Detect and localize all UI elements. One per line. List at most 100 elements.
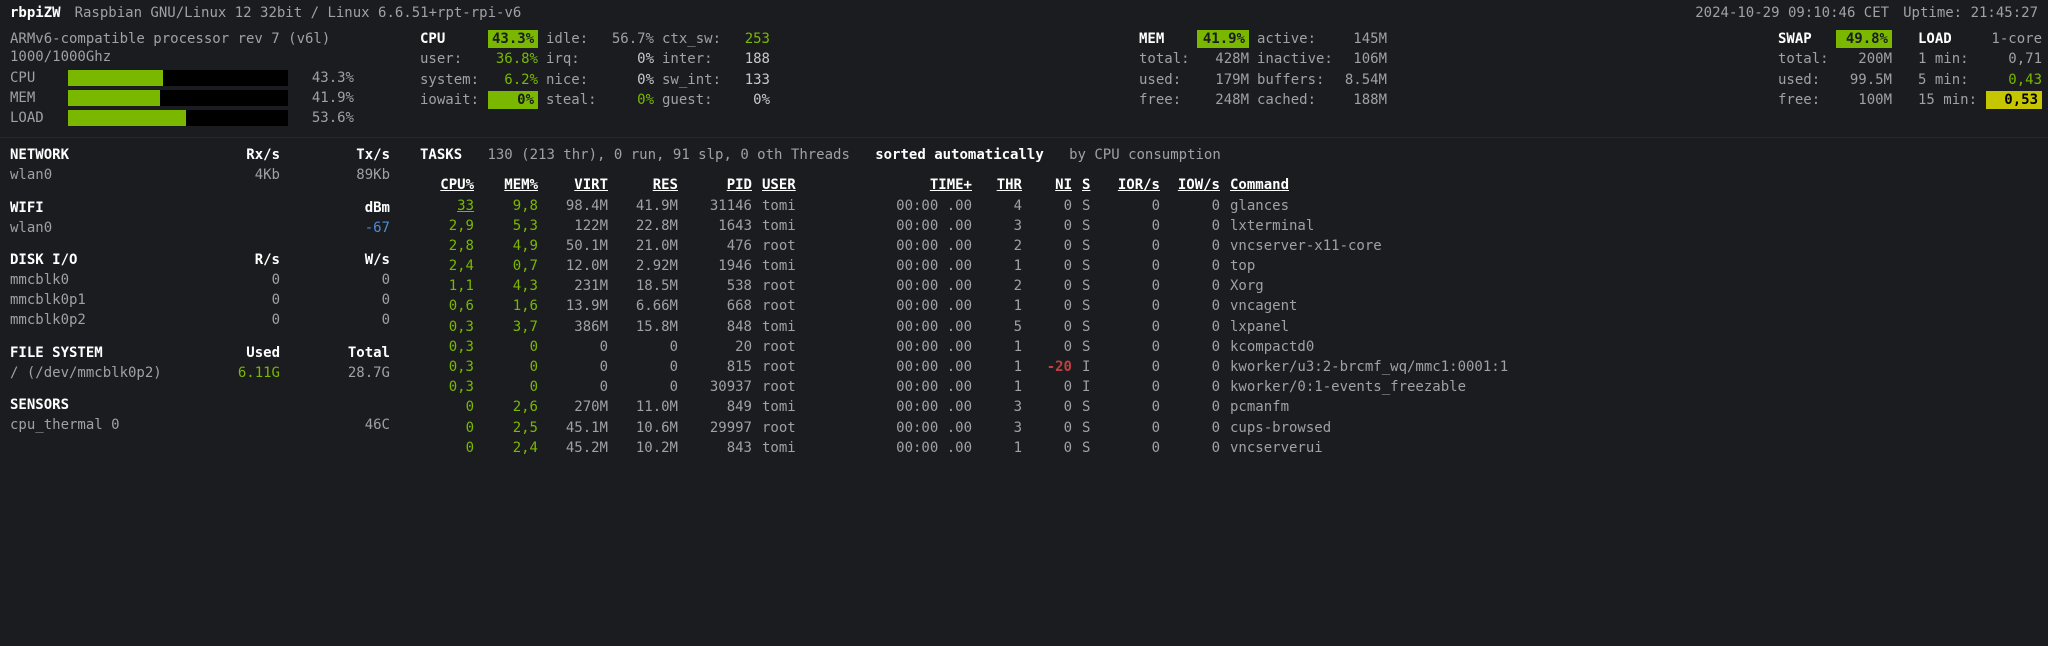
proc-ior: 0	[1110, 318, 1160, 336]
proc-res: 2.92M	[618, 257, 678, 275]
col-header[interactable]: THR	[982, 176, 1022, 194]
swap-block: SWAP 49.8%total:200Mused:99.5Mfree:100M	[1778, 30, 1888, 127]
process-table: CPU% MEM% VIRT RES PID USER TIME+ THR NI S IOR/s IO…	[420, 176, 2038, 457]
proc-ni: 0	[1032, 197, 1072, 215]
proc-res: 15.8M	[618, 318, 678, 336]
proc-virt: 50.1M	[548, 237, 608, 255]
load-block: LOAD 1-core1 min:0,715 min:0,4315 min:0,…	[1918, 30, 2038, 127]
col-header[interactable]: VIRT	[548, 176, 608, 194]
proc-virt: 0	[548, 338, 608, 356]
proc-time: 00:00 .00	[842, 398, 972, 416]
col-header[interactable]: IOR/s	[1110, 176, 1160, 194]
proc-ior: 0	[1110, 197, 1160, 215]
proc-pid: 1946	[688, 257, 752, 275]
proc-time: 00:00 .00	[842, 358, 972, 376]
proc-mem: 2,6	[484, 398, 538, 416]
proc-pid: 1643	[688, 217, 752, 235]
bar-label: LOAD	[10, 109, 62, 127]
proc-s: S	[1082, 297, 1100, 315]
col-header[interactable]: PID	[688, 176, 752, 194]
bar-track	[68, 70, 288, 86]
left-column: NETWORK Rx/s Tx/swlan0 4Kb 89KbWIFI dBmw…	[10, 146, 390, 457]
proc-ior: 0	[1110, 398, 1160, 416]
proc-mem: 4,9	[484, 237, 538, 255]
proc-ni: 0	[1032, 237, 1072, 255]
bar-track	[68, 90, 288, 106]
proc-ior: 0	[1110, 338, 1160, 356]
proc-pid: 538	[688, 277, 752, 295]
col-header[interactable]: MEM%	[484, 176, 538, 194]
hostname: rbpiZW	[10, 4, 61, 22]
proc-ni: 0	[1032, 277, 1072, 295]
proc-pid: 848	[688, 318, 752, 336]
proc-thr: 2	[982, 277, 1022, 295]
proc-user: tomi	[762, 439, 832, 457]
proc-iow: 0	[1170, 297, 1220, 315]
proc-res: 18.5M	[618, 277, 678, 295]
proc-s: I	[1082, 378, 1100, 396]
proc-mem: 4,3	[484, 277, 538, 295]
summary-row: ARMv6-compatible processor rev 7 (v6l) 1…	[0, 28, 2048, 138]
proc-time: 00:00 .00	[842, 439, 972, 457]
proc-res: 0	[618, 378, 678, 396]
proc-ior: 0	[1110, 277, 1160, 295]
proc-iow: 0	[1170, 237, 1220, 255]
proc-user: tomi	[762, 398, 832, 416]
proc-iow: 0	[1170, 197, 1220, 215]
proc-cmd: lxterminal	[1230, 217, 2038, 235]
proc-cpu: 2,9	[420, 217, 474, 235]
proc-thr: 1	[982, 439, 1022, 457]
col-header[interactable]: Command	[1230, 176, 2038, 194]
col-header[interactable]: S	[1082, 176, 1100, 194]
proc-ni: 0	[1032, 398, 1072, 416]
proc-pid: 29997	[688, 419, 752, 437]
proc-thr: 3	[982, 217, 1022, 235]
header-bar: rbpiZW Raspbian GNU/Linux 12 32bit / Lin…	[0, 0, 2048, 28]
proc-virt: 270M	[548, 398, 608, 416]
load-core: 1-core	[1986, 30, 2042, 48]
proc-cpu: 1,1	[420, 277, 474, 295]
col-header[interactable]: NI	[1032, 176, 1072, 194]
proc-ior: 0	[1110, 217, 1160, 235]
col-header[interactable]: USER	[762, 176, 832, 194]
proc-ni: 0	[1032, 419, 1072, 437]
proc-mem: 0	[484, 338, 538, 356]
proc-time: 00:00 .00	[842, 419, 972, 437]
proc-res: 0	[618, 338, 678, 356]
bar-label: MEM	[10, 89, 62, 107]
proc-ior: 0	[1110, 297, 1160, 315]
tasks-panel: TASKS 130 (213 thr), 0 run, 91 slp, 0 ot…	[420, 146, 2038, 457]
proc-iow: 0	[1170, 277, 1220, 295]
proc-res: 22.8M	[618, 217, 678, 235]
proc-virt: 13.9M	[548, 297, 608, 315]
proc-pid: 476	[688, 237, 752, 255]
proc-ior: 0	[1110, 358, 1160, 376]
proc-s: S	[1082, 257, 1100, 275]
proc-s: S	[1082, 439, 1100, 457]
proc-res: 41.9M	[618, 197, 678, 215]
swap-title: SWAP	[1778, 30, 1828, 48]
proc-s: S	[1082, 277, 1100, 295]
row-name: mmcblk0p2	[10, 311, 170, 329]
col-header[interactable]: CPU%	[420, 176, 474, 194]
proc-virt: 45.2M	[548, 439, 608, 457]
load-title: LOAD	[1918, 30, 1978, 48]
col-header[interactable]: RES	[618, 176, 678, 194]
mem-pct: 41.9%	[1197, 30, 1249, 48]
row-name: wlan0	[10, 166, 170, 184]
proc-user: tomi	[762, 197, 832, 215]
proc-res: 10.6M	[618, 419, 678, 437]
proc-thr: 1	[982, 257, 1022, 275]
proc-time: 00:00 .00	[842, 338, 972, 356]
section-title: NETWORK	[10, 146, 170, 164]
proc-s: S	[1082, 217, 1100, 235]
col-header[interactable]: TIME+	[842, 176, 972, 194]
section-title: FILE SYSTEM	[10, 344, 170, 362]
proc-iow: 0	[1170, 358, 1220, 376]
proc-cpu: 2,8	[420, 237, 474, 255]
proc-virt: 0	[548, 358, 608, 376]
col-header[interactable]: IOW/s	[1170, 176, 1220, 194]
proc-cmd: pcmanfm	[1230, 398, 2038, 416]
proc-time: 00:00 .00	[842, 237, 972, 255]
proc-iow: 0	[1170, 338, 1220, 356]
